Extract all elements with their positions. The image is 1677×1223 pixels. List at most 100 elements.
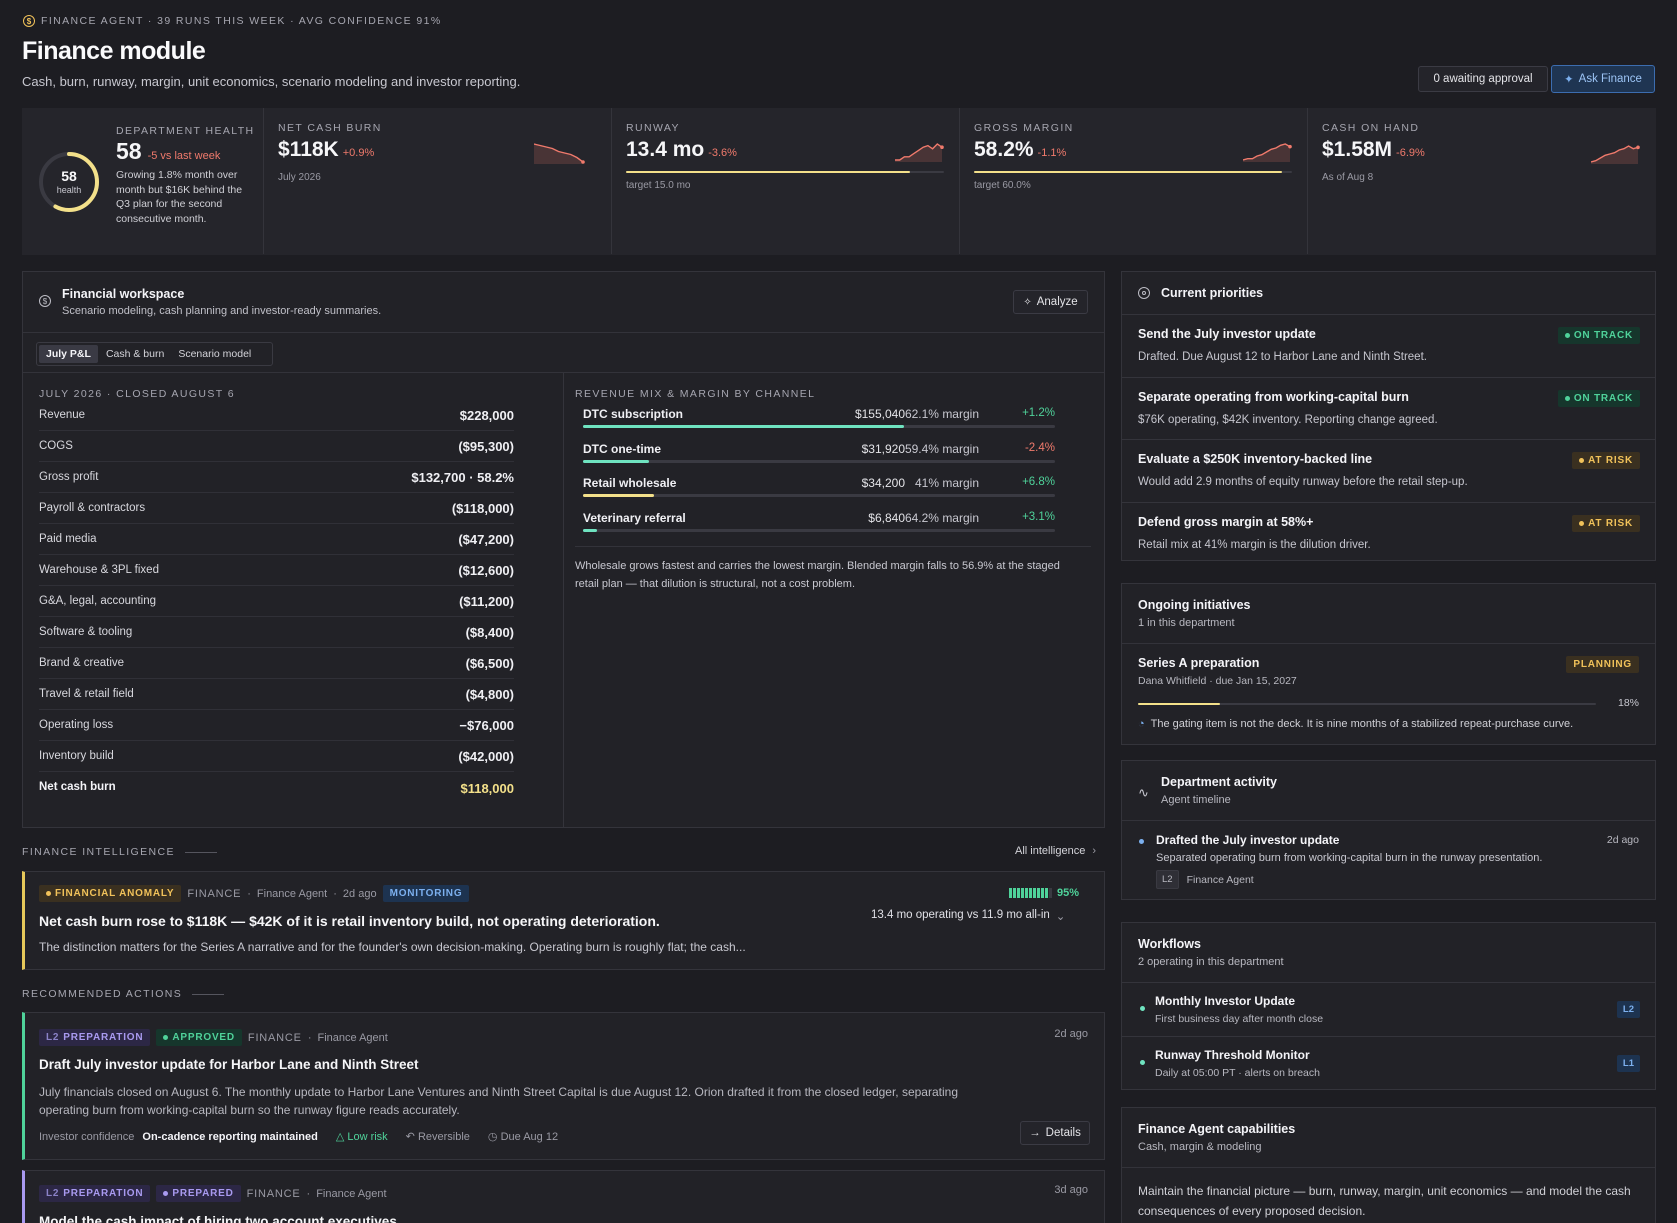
dollar-coin-icon: $ bbox=[23, 15, 35, 27]
pl-row-value: $132,700 · 58.2% bbox=[411, 469, 514, 485]
channel-amount: $31,920 bbox=[861, 441, 905, 456]
confidence-bar bbox=[1049, 888, 1052, 898]
priority-row[interactable]: Evaluate a $250K inventory-backed line Wo… bbox=[1122, 439, 1656, 501]
channel-margin: 62.1% margin bbox=[904, 407, 979, 421]
activity-item-title[interactable]: Drafted the July investor update bbox=[1156, 833, 1339, 847]
pl-row-label: Revenue bbox=[39, 409, 86, 421]
tab-cash-burn[interactable]: Cash & burn bbox=[100, 345, 170, 363]
pl-row-value: $228,000 bbox=[459, 407, 514, 423]
priority-desc: $76K operating, $42K inventory. Reportin… bbox=[1138, 413, 1438, 426]
page-title: Finance module bbox=[22, 37, 206, 65]
tab-scenario-model[interactable]: Scenario model bbox=[172, 345, 257, 363]
financial-workspace: $ Financial workspace Scenario modeling,… bbox=[22, 271, 1105, 828]
kpi-runway[interactable]: RUNWAY 13.4 mo -3.6% target 15.0 mo bbox=[611, 108, 959, 254]
mix-heading: REVENUE MIX & MARGIN BY CHANNEL bbox=[575, 388, 816, 400]
ask-finance-button[interactable]: ✦ Ask Finance bbox=[1551, 65, 1655, 93]
confidence-bar bbox=[1021, 888, 1024, 898]
runway-sparkline bbox=[895, 143, 944, 162]
revenue-mix: REVENUE MIX & MARGIN BY CHANNEL DTC subs… bbox=[563, 373, 1104, 828]
workflows-count: 2 operating in this department bbox=[1138, 956, 1284, 968]
status-badge: ON TRACK bbox=[1557, 389, 1640, 407]
all-intelligence-link[interactable]: All intelligence › bbox=[1015, 845, 1096, 857]
intelligence-body: The distinction matters for the Series A… bbox=[39, 940, 746, 954]
pl-row-value: ($12,600) bbox=[458, 562, 514, 578]
priority-row[interactable]: Separate operating from working-capital … bbox=[1122, 376, 1656, 439]
initiatives-title: Ongoing initiatives bbox=[1138, 598, 1251, 612]
health-delta: -5 vs last week bbox=[147, 150, 221, 162]
initiative-progress bbox=[1138, 703, 1596, 705]
initiative-name[interactable]: Series A preparation bbox=[1138, 656, 1259, 670]
pl-row-value: ($4,800) bbox=[465, 686, 514, 702]
sparkline-end-dot bbox=[581, 160, 585, 164]
channel-delta: -2.4% bbox=[1024, 441, 1055, 454]
action-card[interactable]: L2 PREPARATION PREPARED FINANCE · Finance… bbox=[22, 1170, 1105, 1223]
kpi-cash-on-hand[interactable]: CASH ON HAND $1.58M -6.9% As of Aug 8 bbox=[1307, 108, 1656, 254]
reversible-indicator: ↶ Reversible bbox=[405, 1131, 470, 1143]
channel-share-bar bbox=[583, 425, 1055, 428]
channel-row[interactable]: DTC one-time $31,920 59.4% margin -2.4% bbox=[579, 438, 1055, 472]
analyze-button[interactable]: ✧ Analyze bbox=[1013, 290, 1088, 314]
details-button[interactable]: → Details bbox=[1020, 1121, 1090, 1145]
pl-row: COGS ($95,300) bbox=[39, 431, 514, 462]
due-indicator: ◷ Due Aug 12 bbox=[487, 1131, 559, 1143]
channel-row[interactable]: DTC subscription $155,040 62.1% margin +1.2… bbox=[579, 403, 1055, 437]
channel-margin: 59.4% margin bbox=[904, 441, 979, 456]
intelligence-card[interactable]: FINANCIAL ANOMALY FINANCE · Finance Agen… bbox=[22, 871, 1105, 970]
tab-july-pl[interactable]: July P&L bbox=[39, 345, 98, 363]
pl-row: Revenue $228,000 bbox=[39, 400, 514, 431]
pl-row-label: Inventory build bbox=[39, 750, 114, 762]
kpi-strip: 58 health DEPARTMENT HEALTH 58 -5 vs las… bbox=[22, 108, 1656, 255]
workflows-panel: Workflows 2 operating in this department… bbox=[1121, 922, 1656, 1090]
sparkline-end-dot bbox=[1288, 144, 1292, 149]
pl-row: Payroll & contractors ($118,000) bbox=[39, 493, 514, 524]
priority-row[interactable]: Send the July investor update Drafted. Du… bbox=[1122, 314, 1656, 376]
initiative-progress-label: 18% bbox=[1617, 697, 1639, 709]
activity-title: Department activity bbox=[1161, 775, 1278, 789]
intelligence-summary[interactable]: 13.4 mo operating vs 11.9 mo all-in ⌄ bbox=[871, 909, 1065, 923]
sparkline-end-dot bbox=[1636, 145, 1640, 150]
pl-row-value: −$76,000 bbox=[459, 717, 514, 733]
sparkle-icon: ✧ bbox=[1023, 296, 1032, 308]
confidence-bar bbox=[1013, 888, 1016, 898]
workflows-title: Workflows bbox=[1138, 937, 1201, 951]
kpi-gross-margin[interactable]: GROSS MARGIN 58.2% -1.1% target 60.0% bbox=[959, 108, 1307, 254]
page-subtitle: Cash, burn, runway, margin, unit economi… bbox=[22, 74, 521, 89]
awaiting-approval-button[interactable]: 0 awaiting approval bbox=[1418, 66, 1548, 92]
pl-row: G&A, legal, accounting ($11,200) bbox=[39, 586, 514, 617]
channel-name: DTC one-time bbox=[583, 441, 661, 456]
mix-note: Wholesale grows fastest and carries the … bbox=[575, 560, 1060, 590]
workflow-row[interactable]: Runway Threshold Monitor Daily at 05:00 … bbox=[1122, 1036, 1656, 1088]
health-score-caption: health bbox=[56, 185, 82, 195]
channel-margin: 41% margin bbox=[914, 476, 979, 490]
activity-subtitle: Agent timeline bbox=[1161, 794, 1231, 806]
action-footer: Investor confidence On-cadence reporting… bbox=[39, 1130, 559, 1144]
channel-name: DTC subscription bbox=[583, 407, 684, 421]
pl-row: Inventory build ($42,000) bbox=[39, 741, 514, 772]
workflow-row[interactable]: Monthly Investor Update First business d… bbox=[1122, 982, 1656, 1034]
status-badge: ON TRACK bbox=[1557, 327, 1640, 344]
pl-row-value: ($8,400) bbox=[465, 624, 514, 640]
priority-desc: Retail mix at 41% margin is the dilution… bbox=[1138, 538, 1371, 551]
channel-row[interactable]: Retail wholesale $34,200 41% margin +6.8% bbox=[579, 472, 1055, 506]
pl-row-value: ($118,000) bbox=[451, 500, 514, 516]
workspace-subtitle: Scenario modeling, cash planning and inv… bbox=[62, 305, 382, 317]
intelligence-meta: FINANCIAL ANOMALY FINANCE · Finance Agen… bbox=[39, 885, 470, 902]
channel-share-bar bbox=[583, 459, 1055, 463]
confidence-bar bbox=[1033, 888, 1036, 898]
capabilities-panel: Finance Agent capabilities Cash, margin … bbox=[1121, 1107, 1656, 1223]
channel-row[interactable]: Veterinary referral $6,840 64.2% margin +3.… bbox=[579, 507, 1055, 541]
kpi-net-cash-burn[interactable]: NET CASH BURN $118K +0.9% July 2026 bbox=[263, 108, 611, 254]
arrow-right-icon: → bbox=[1029, 1127, 1041, 1139]
action-body: July financials closed on August 6. The … bbox=[39, 1085, 959, 1117]
pl-row: Gross profit $132,700 · 58.2% bbox=[39, 462, 514, 493]
priority-row[interactable]: Defend gross margin at 58%+ Retail mix at… bbox=[1122, 501, 1656, 564]
approved-badge: APPROVED bbox=[156, 1029, 242, 1046]
health-label: DEPARTMENT HEALTH bbox=[116, 125, 255, 137]
priority-title: Separate operating from working-capital … bbox=[1138, 389, 1409, 404]
channel-delta: +1.2% bbox=[1022, 407, 1055, 419]
pl-row-value: ($95,300) bbox=[458, 438, 514, 454]
channel-amount: $34,200 bbox=[861, 476, 905, 490]
action-card[interactable]: L2 PREPARATION APPROVED FINANCE · Finance… bbox=[22, 1012, 1105, 1160]
pl-row-label: Travel & retail field bbox=[39, 688, 134, 700]
gross-margin-sparkline bbox=[1243, 143, 1292, 162]
